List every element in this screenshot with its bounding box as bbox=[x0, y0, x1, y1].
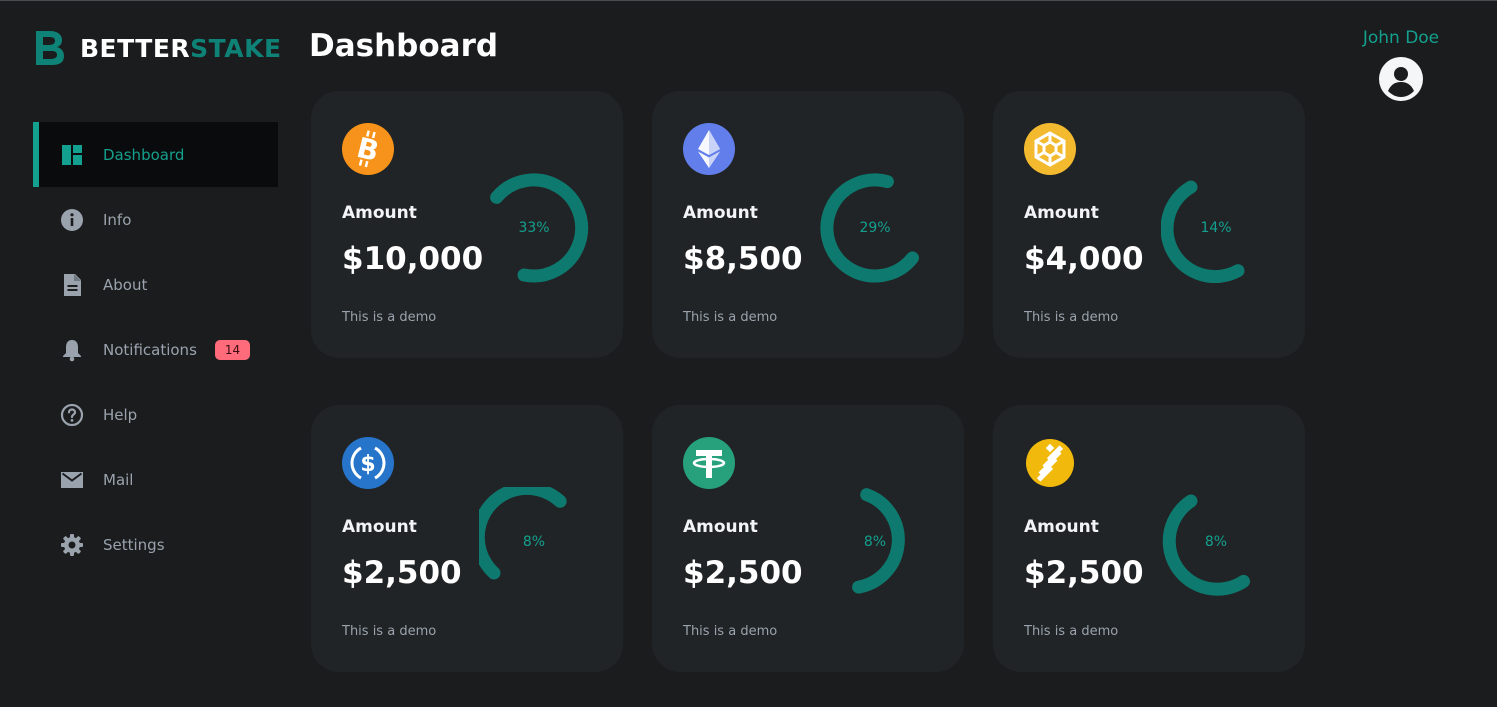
amount-label: Amount bbox=[1024, 203, 1099, 223]
brand-logo[interactable]: BETTERSTAKE bbox=[34, 28, 282, 68]
brand-mark-icon bbox=[36, 31, 64, 65]
card-note: This is a demo bbox=[1024, 310, 1119, 325]
asset-card-bitcoin[interactable]: B Amount $10,000 This is a demo 33% bbox=[311, 91, 623, 358]
asset-card-bnb[interactable]: Amount $4,000 This is a demo 14% bbox=[993, 91, 1305, 358]
mail-icon bbox=[59, 467, 85, 493]
card-note: This is a demo bbox=[342, 624, 437, 639]
percent-label: 8% bbox=[1204, 534, 1228, 550]
card-note: This is a demo bbox=[683, 624, 778, 639]
sidebar-item-label: Notifications bbox=[103, 340, 197, 359]
usdc-icon: $ bbox=[342, 437, 394, 489]
amount-value: $10,000 bbox=[342, 241, 484, 277]
top-border bbox=[0, 0, 1497, 1]
asset-card-ethereum[interactable]: Amount $8,500 This is a demo 29% bbox=[652, 91, 964, 358]
info-icon bbox=[59, 207, 85, 233]
page-title: Dashboard bbox=[309, 28, 499, 64]
amount-label: Amount bbox=[1024, 517, 1099, 537]
sidebar: Dashboard Info About Notifications 14 He… bbox=[33, 122, 278, 577]
sidebar-item-about[interactable]: About bbox=[33, 252, 278, 317]
brand-name: BETTERSTAKE bbox=[80, 33, 282, 63]
sidebar-item-settings[interactable]: Settings bbox=[33, 512, 278, 577]
amount-label: Amount bbox=[342, 203, 417, 223]
amount-value: $2,500 bbox=[683, 555, 803, 591]
user-name[interactable]: John Doe bbox=[1340, 28, 1462, 48]
help-icon bbox=[59, 402, 85, 428]
percent-label: 29% bbox=[859, 220, 891, 236]
amount-label: Amount bbox=[342, 517, 417, 537]
dashboard-icon bbox=[59, 142, 85, 168]
sidebar-item-label: About bbox=[103, 275, 148, 294]
amount-value: $8,500 bbox=[683, 241, 803, 277]
busd-icon bbox=[1026, 439, 1074, 487]
gear-icon bbox=[59, 532, 85, 558]
amount-label: Amount bbox=[683, 517, 758, 537]
user-avatar-icon[interactable] bbox=[1378, 56, 1424, 102]
asset-card-tether[interactable]: Amount $2,500 This is a demo 8% bbox=[652, 405, 964, 672]
sidebar-item-mail[interactable]: Mail bbox=[33, 447, 278, 512]
bell-icon bbox=[59, 337, 85, 363]
percent-label: 8% bbox=[522, 534, 546, 550]
document-icon bbox=[59, 272, 85, 298]
sidebar-item-label: Settings bbox=[103, 535, 165, 554]
svg-text:$: $ bbox=[360, 452, 375, 477]
percent-label: 8% bbox=[863, 534, 887, 550]
ethereum-icon bbox=[683, 123, 735, 175]
sidebar-item-dashboard[interactable]: Dashboard bbox=[33, 122, 278, 187]
amount-label: Amount bbox=[683, 203, 758, 223]
percent-label: 14% bbox=[1200, 220, 1232, 236]
sidebar-item-notifications[interactable]: Notifications 14 bbox=[33, 317, 278, 382]
asset-card-usdc[interactable]: $ Amount $2,500 This is a demo 8% bbox=[311, 405, 623, 672]
bitcoin-icon: B bbox=[342, 123, 394, 175]
card-note: This is a demo bbox=[1024, 624, 1119, 639]
sidebar-item-label: Dashboard bbox=[103, 145, 185, 164]
notifications-badge: 14 bbox=[214, 339, 251, 360]
sidebar-item-label: Help bbox=[103, 405, 138, 424]
card-note: This is a demo bbox=[342, 310, 437, 325]
amount-value: $2,500 bbox=[1024, 555, 1144, 591]
amount-value: $4,000 bbox=[1024, 241, 1144, 277]
asset-card-busd[interactable]: Amount $2,500 This is a demo 8% bbox=[993, 405, 1305, 672]
sidebar-item-help[interactable]: Help bbox=[33, 382, 278, 447]
bnb-icon bbox=[1024, 123, 1076, 175]
sidebar-item-label: Info bbox=[103, 210, 132, 229]
sidebar-item-label: Mail bbox=[103, 470, 134, 489]
card-note: This is a demo bbox=[683, 310, 778, 325]
percent-label: 33% bbox=[518, 220, 550, 236]
sidebar-item-info[interactable]: Info bbox=[33, 187, 278, 252]
amount-value: $2,500 bbox=[342, 555, 462, 591]
user-profile[interactable]: John Doe bbox=[1340, 28, 1462, 102]
tether-icon bbox=[683, 437, 735, 489]
